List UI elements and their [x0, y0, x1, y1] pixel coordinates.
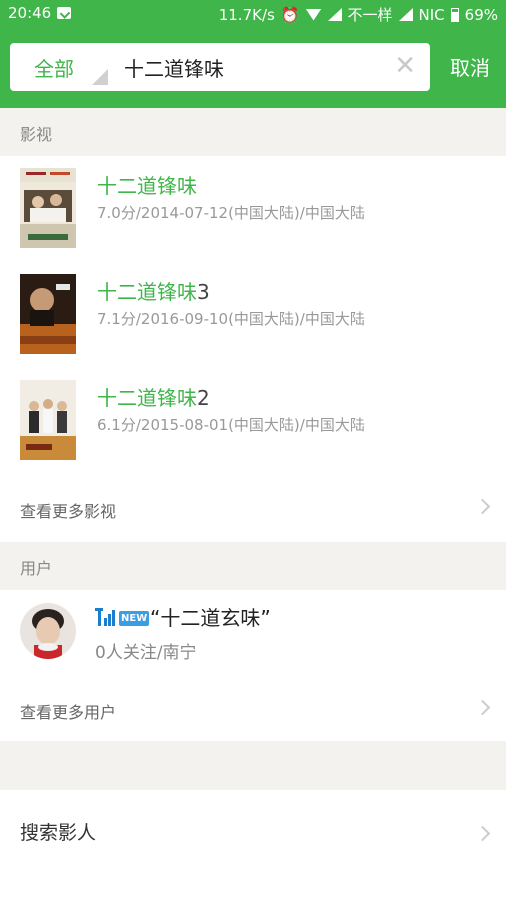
chevron-right-icon — [474, 699, 491, 716]
more-movies-label: 查看更多影视 — [20, 502, 117, 521]
search-people-label: 搜索影人 — [20, 822, 97, 844]
app-notification-icon — [57, 7, 71, 19]
movie-item[interactable]: 十二道锋味 7.0分/2014-07-12(中国大陆)/中国大陆 — [0, 156, 506, 262]
search-people-row[interactable]: 搜索影人 — [0, 790, 506, 878]
carrier-1: 不一样 — [347, 6, 393, 24]
more-users-row[interactable]: 查看更多用户 — [0, 684, 506, 736]
battery-level: 69% — [464, 5, 498, 24]
status-bar: 20:46 11.7K/s ⏰ 不一样 NIC 69% — [0, 0, 506, 28]
wifi-icon — [305, 8, 322, 21]
movie-info: 7.1分/2016-09-10(中国大陆)/中国大陆 — [97, 310, 365, 328]
movie-poster — [20, 380, 76, 460]
user-info: 0人关注/南宁 — [95, 643, 197, 663]
user-item[interactable]: NEW “十二道玄味” 0人关注/南宁 — [0, 590, 506, 678]
status-right: 11.7K/s ⏰ 不一样 NIC 69% — [219, 4, 498, 25]
movie-item[interactable]: 十二道锋味2 6.1分/2015-08-01(中国大陆)/中国大陆 — [0, 368, 506, 474]
movie-info: 7.0分/2014-07-12(中国大陆)/中国大陆 — [97, 204, 365, 222]
carrier-2: NIC — [418, 5, 445, 24]
section-title: 用户 — [20, 559, 53, 578]
more-movies-row[interactable]: 查看更多影视 — [0, 483, 506, 535]
battery-icon — [450, 7, 459, 22]
signal-icon-1 — [327, 8, 342, 21]
signal-badge-icon — [95, 608, 115, 626]
cancel-button[interactable]: 取消 — [450, 52, 490, 81]
movie-poster — [20, 168, 76, 248]
network-speed: 11.7K/s — [218, 5, 275, 24]
more-users-label: 查看更多用户 — [20, 703, 117, 722]
search-header: 全部 十二道锋味 ✕ 取消 — [0, 28, 506, 108]
signal-icon-2 — [398, 8, 413, 21]
dropdown-corner-icon — [92, 69, 108, 85]
chevron-right-icon — [474, 825, 491, 842]
search-box[interactable]: 全部 十二道锋味 ✕ — [10, 43, 430, 91]
divider-band — [0, 741, 506, 790]
status-time: 20:46 — [8, 4, 52, 22]
movie-item[interactable]: 十二道锋味3 7.1分/2016-09-10(中国大陆)/中国大陆 — [0, 262, 506, 368]
search-scope-dropdown[interactable]: 全部 — [34, 53, 74, 82]
avatar — [20, 603, 76, 659]
movie-title: 十二道锋味 — [97, 174, 197, 198]
alarm-icon: ⏰ — [280, 5, 300, 24]
chevron-right-icon — [474, 498, 491, 515]
movie-info: 6.1分/2015-08-01(中国大陆)/中国大陆 — [97, 416, 365, 434]
search-input[interactable]: 十二道锋味 — [124, 53, 224, 82]
movie-poster — [20, 274, 76, 354]
movie-title: 十二道锋味3 — [97, 280, 210, 304]
user-badges: NEW — [95, 606, 150, 626]
close-icon[interactable]: ✕ — [394, 52, 416, 80]
movie-title: 十二道锋味2 — [97, 386, 210, 410]
user-name: “十二道玄味” — [150, 606, 271, 630]
new-badge-icon: NEW — [119, 611, 150, 626]
section-header-movies: 影视 — [0, 108, 506, 156]
section-title: 影视 — [20, 125, 53, 144]
section-header-users: 用户 — [0, 542, 506, 590]
